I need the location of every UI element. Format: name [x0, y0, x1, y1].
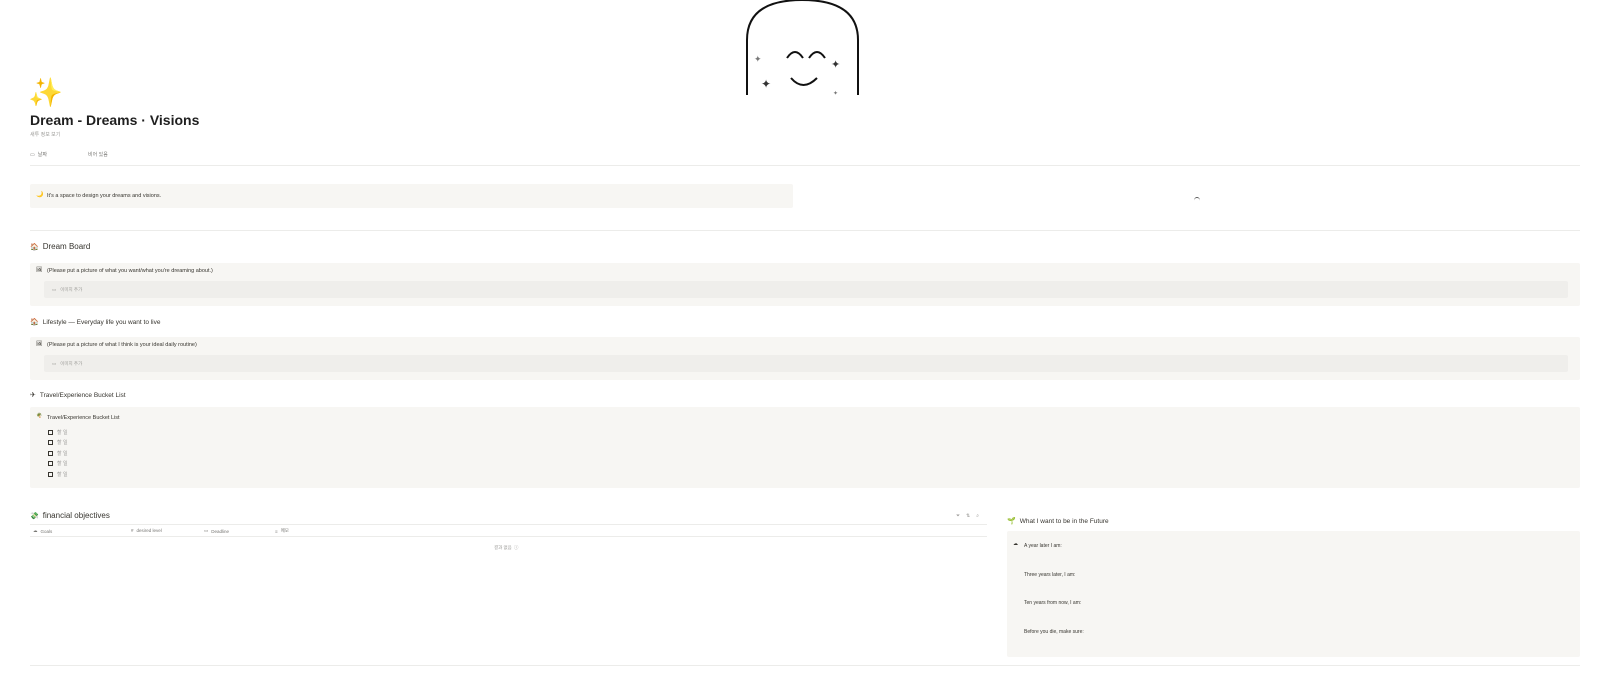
travel-heading-text: Travel/Experience Bucket List	[39, 391, 126, 399]
svg-text:✦: ✦	[754, 54, 762, 64]
column-header[interactable]: ≡ 메모	[275, 528, 289, 534]
intro-callout-text: It's a space to design your dreams and v…	[47, 193, 162, 199]
todo-text[interactable]: 할 일	[57, 471, 68, 478]
divider	[30, 665, 1580, 666]
cloud-icon: ☁	[33, 528, 38, 533]
property-date: ▭ 날짜	[30, 151, 88, 159]
checkbox[interactable]	[48, 461, 53, 466]
page-subtitle[interactable]: 새투 정보 보기	[30, 131, 60, 138]
image-icon: ▭	[52, 286, 57, 292]
todo-item[interactable]: 할 일	[48, 460, 68, 467]
future-heading-text: What I want to be in the Future	[1019, 517, 1109, 525]
dream-board-callout[interactable]: 🖼 (Please put a picture of what you want…	[30, 263, 1580, 306]
text-lines-icon: ≡	[275, 528, 278, 534]
money-icon: 💸	[30, 512, 39, 520]
add-image-label: 이미지 추가	[60, 286, 83, 292]
page-title[interactable]: Dream - Dreams · Visions	[30, 112, 199, 128]
sort-icon[interactable]: ⇅	[966, 513, 970, 519]
dream-board-callout-text: (Please put a picture of what you want/w…	[47, 268, 213, 274]
property-value[interactable]: 비어 있음	[88, 151, 108, 158]
table-header-bottom-border	[30, 536, 987, 537]
add-image-button[interactable]: ▭ 이미지 추가	[44, 355, 1568, 372]
future-callout[interactable]: ☁ A year later I am: Three years later, …	[1007, 531, 1580, 657]
divider	[30, 230, 1580, 231]
lifestyle-callout[interactable]: 🖼 (Please put a picture of what I think …	[30, 337, 1580, 380]
future-heading: 🌱 What I want to be in the Future	[1007, 517, 1109, 526]
todo-item[interactable]: 할 일	[48, 450, 68, 457]
column-header-label: 메모	[280, 528, 289, 533]
future-item: Ten years from now, I am:	[1024, 600, 1082, 606]
picture-icon: 🖼	[36, 341, 43, 347]
column-header[interactable]: ▭ Deadline	[204, 528, 229, 534]
image-icon: ▭	[52, 360, 57, 366]
cover-illustration: ✦ ✦ ✦ ✦	[745, 0, 860, 97]
financial-heading[interactable]: 💸 financial objectives	[30, 511, 110, 520]
sparkles-icon[interactable]: ✨	[28, 78, 63, 108]
house-icon: 🏠	[30, 243, 39, 251]
svg-text:✦: ✦	[833, 90, 838, 95]
loading-spinner	[1194, 197, 1200, 204]
todo-text[interactable]: 할 일	[57, 450, 68, 457]
travel-callout[interactable]: 🌴 Travel/Experience Bucket List 할 일 할 일 …	[30, 407, 1580, 488]
database-toolbar: ⏷ ⇅ ⌕	[956, 513, 979, 519]
help-icon[interactable]: ⓘ	[514, 545, 519, 551]
column-header[interactable]: # desired level	[131, 528, 162, 533]
checkbox[interactable]	[48, 472, 53, 477]
todo-item[interactable]: 할 일	[48, 439, 68, 446]
lifestyle-callout-text: (Please put a picture of what I think is…	[47, 342, 197, 348]
house-icon: 🏠	[30, 319, 39, 326]
table-header-top-border	[30, 524, 987, 525]
moon-icon: 🌙	[36, 192, 44, 198]
todo-text[interactable]: 할 일	[57, 439, 68, 446]
intro-callout[interactable]: 🌙 It's a space to design your dreams and…	[30, 184, 793, 208]
future-item: A year later I am:	[1024, 543, 1062, 549]
financial-heading-text: financial objectives	[42, 511, 110, 520]
checkbox[interactable]	[48, 440, 53, 445]
travel-heading: ✈ Travel/Experience Bucket List	[30, 391, 126, 400]
checkbox[interactable]	[48, 430, 53, 435]
future-item: Before you die, make sure:	[1024, 629, 1084, 635]
filter-icon[interactable]: ⏷	[956, 513, 960, 519]
calendar-icon: ▭	[30, 151, 35, 158]
add-image-button[interactable]: ▭ 이미지 추가	[44, 281, 1568, 298]
checkbox[interactable]	[48, 451, 53, 456]
empty-state: 결과 없음 ⓘ	[494, 545, 518, 551]
add-image-label: 이미지 추가	[60, 360, 83, 366]
calendar-icon: ▭	[204, 528, 209, 533]
column-header[interactable]: ☁ Goals	[33, 528, 52, 534]
property-label: 날짜	[37, 152, 47, 158]
todo-text[interactable]: 할 일	[57, 460, 68, 467]
divider	[30, 165, 1580, 166]
todo-item[interactable]: 할 일	[48, 471, 68, 478]
future-item: Three years later, I am:	[1024, 572, 1076, 578]
dream-board-heading-text: Dream Board	[42, 242, 91, 251]
seedling-icon: 🌱	[1007, 518, 1016, 525]
dream-board-heading: 🏠 Dream Board	[30, 242, 90, 251]
column-header-label: Goals	[40, 528, 53, 534]
picture-icon: 🖼	[36, 267, 43, 273]
column-header-label: desired level	[136, 528, 162, 533]
property-row[interactable]: ▭ 날짜 비어 있음	[30, 151, 108, 159]
svg-text:✦: ✦	[761, 77, 771, 91]
todo-text[interactable]: 할 일	[57, 429, 68, 436]
search-icon[interactable]: ⌕	[976, 513, 979, 519]
lifestyle-heading: 🏠 Lifestyle — Everyday life you want to …	[30, 318, 161, 327]
column-header-label: Deadline	[211, 528, 230, 534]
empty-state-text: 결과 없음	[494, 545, 512, 550]
todo-item[interactable]: 할 일	[48, 429, 68, 436]
travel-callout-title: Travel/Experience Bucket List	[47, 415, 120, 421]
number-icon: #	[131, 528, 134, 533]
airplane-icon: ✈	[30, 392, 36, 399]
lifestyle-heading-text: Lifestyle — Everyday life you want to li…	[42, 318, 161, 326]
cloud-icon: ☁	[1013, 541, 1018, 547]
svg-text:✦: ✦	[831, 59, 840, 71]
palm-tree-icon: 🌴	[36, 413, 43, 419]
